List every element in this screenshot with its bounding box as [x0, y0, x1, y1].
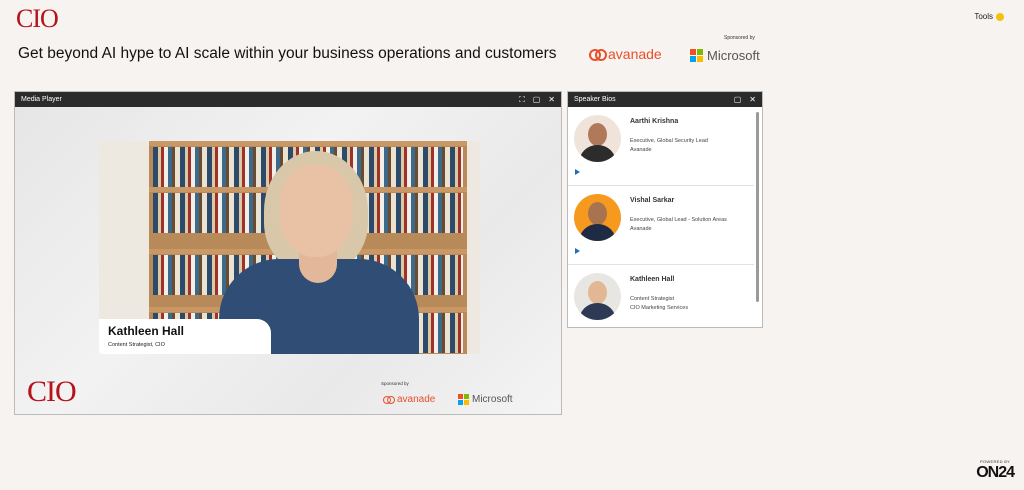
cio-logo: CIO — [16, 4, 59, 33]
avatar — [574, 115, 621, 162]
speaker-title: Executive, Global Security Lead Avanade — [630, 138, 708, 153]
speaker-name: Vishal Sarkar — [630, 197, 675, 204]
sponsored-label-stage: Sponsored by — [381, 381, 409, 386]
video-feed: Kathleen Hall Content Strategist, CIO — [99, 141, 480, 354]
avatar — [574, 194, 621, 241]
speaker-bios-panel: Speaker Bios ▢ ✕ Aarthi Krishna Executiv… — [567, 91, 763, 328]
speaker-bios-title: Speaker Bios — [574, 96, 616, 103]
page-title: Get beyond AI hype to AI scale within yo… — [18, 45, 557, 62]
tools-button[interactable]: Tools — [974, 12, 1004, 21]
on24-brand: ON24 — [976, 464, 1015, 481]
avanade-logo-text: avanade — [608, 46, 662, 62]
speaker-title: Executive, Global Lead - Solution Areas … — [630, 217, 727, 232]
on24-logo: POWERED BY ON24 — [976, 459, 1015, 482]
media-player-panel: Media Player ⛶ ▢ ✕ Kathleen Hall Content… — [14, 91, 562, 415]
speaker-name: Aarthi Krishna — [630, 118, 679, 125]
media-player-header: Media Player ⛶ ▢ ✕ — [15, 92, 561, 107]
avatar — [574, 273, 621, 320]
speaker-list-scrollbar[interactable] — [756, 112, 759, 302]
speaker-item[interactable]: Aarthi Krishna Executive, Global Securit… — [568, 107, 754, 186]
presenter-name: Kathleen Hall — [108, 324, 185, 338]
close-icon[interactable]: ✕ — [548, 95, 555, 104]
speaker-item[interactable]: Kathleen Hall Content Strategist CIO Mar… — [568, 265, 754, 327]
cio-logo-stage: CIO — [27, 375, 77, 408]
expand-bio-icon[interactable] — [575, 248, 580, 254]
speaker-name: Kathleen Hall — [630, 276, 675, 283]
avanade-logo-stage: avanade — [383, 394, 435, 405]
microsoft-logo-text: Microsoft — [707, 48, 760, 63]
speaker-item[interactable]: Vishal Sarkar Executive, Global Lead - S… — [568, 186, 754, 265]
tools-indicator-icon — [996, 12, 1004, 21]
media-player-stage[interactable]: Kathleen Hall Content Strategist, CIO CI… — [15, 107, 561, 414]
speaker-title: Content Strategist CIO Marketing Service… — [630, 296, 689, 311]
microsoft-logo: Microsoft — [690, 48, 760, 63]
avanade-logo: avanade — [589, 46, 662, 62]
avanade-mark-icon — [383, 395, 395, 404]
microsoft-grid-icon — [458, 394, 469, 405]
expand-bio-icon[interactable] — [575, 169, 580, 175]
microsoft-grid-icon — [690, 49, 703, 62]
close-icon[interactable]: ✕ — [749, 95, 756, 104]
media-player-title: Media Player — [21, 96, 62, 103]
maximize-icon[interactable]: ▢ — [533, 95, 541, 104]
sponsored-label: Sponsored by — [724, 35, 755, 41]
microsoft-logo-stage: Microsoft — [458, 394, 513, 405]
presenter-title: Content Strategist, CIO — [108, 342, 165, 348]
maximize-icon[interactable]: ▢ — [734, 95, 742, 104]
speaker-list: Aarthi Krishna Executive, Global Securit… — [568, 107, 754, 327]
lower-third-name-card: Kathleen Hall Content Strategist, CIO — [99, 319, 271, 354]
microsoft-logo-text: Microsoft — [472, 394, 513, 405]
tools-label: Tools — [974, 12, 993, 21]
avanade-mark-icon — [589, 48, 607, 61]
fullscreen-icon[interactable]: ⛶ — [519, 95, 525, 105]
avanade-logo-text: avanade — [397, 394, 436, 405]
speaker-bios-header: Speaker Bios ▢ ✕ — [568, 92, 762, 107]
